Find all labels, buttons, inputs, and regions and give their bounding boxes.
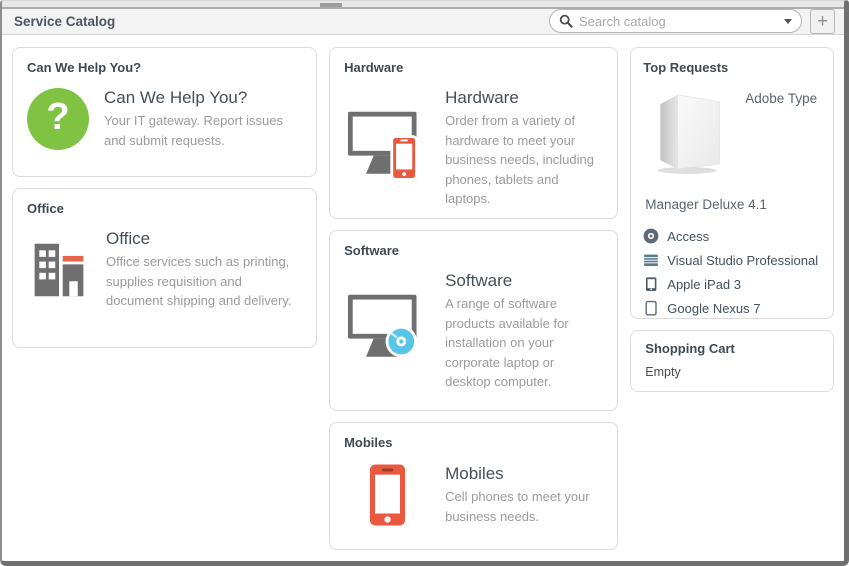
top-request-item[interactable]: Apple iPad 3 bbox=[643, 276, 821, 292]
category-card-office: Office bbox=[12, 188, 317, 348]
category-card-header[interactable]: Can We Help You? bbox=[27, 60, 302, 75]
lined-list-icon bbox=[643, 252, 659, 268]
monitor-with-phone-icon bbox=[344, 110, 430, 186]
search-input[interactable] bbox=[579, 14, 778, 29]
category-title-link[interactable]: Hardware bbox=[445, 88, 603, 108]
category-card-header[interactable]: Hardware bbox=[344, 60, 603, 75]
top-requests-header: Top Requests bbox=[643, 60, 821, 75]
top-request-label-part[interactable]: Adobe Type bbox=[745, 91, 817, 106]
pane-resize-handle[interactable] bbox=[320, 3, 342, 7]
category-title-link[interactable]: Office bbox=[106, 229, 302, 249]
category-card-can-we-help-you: Can We Help You? ? Can We Help You? Your… bbox=[12, 47, 317, 177]
search-dropdown-caret-icon[interactable] bbox=[784, 19, 792, 24]
top-request-item[interactable]: Access bbox=[643, 228, 821, 244]
category-card-header[interactable]: Software bbox=[344, 243, 603, 258]
top-request-label-part[interactable]: Manager Deluxe 4.1 bbox=[645, 197, 767, 212]
shopping-cart-header: Shopping Cart bbox=[645, 341, 819, 356]
pane-divider bbox=[2, 1, 844, 9]
category-description: Your IT gateway. Report issues and submi… bbox=[104, 111, 302, 150]
category-card-hardware: Hardware bbox=[329, 47, 618, 219]
category-item[interactable]: ? Can We Help You? Your IT gateway. Repo… bbox=[27, 88, 302, 150]
catalog-header: Service Catalog + bbox=[2, 9, 844, 35]
smartphone-icon bbox=[344, 463, 430, 527]
top-request-item[interactable]: Visual Studio Professional bbox=[643, 252, 821, 268]
column-middle: Hardware bbox=[329, 47, 618, 561]
category-title-link[interactable]: Can We Help You? bbox=[104, 88, 302, 108]
tablet-filled-icon bbox=[643, 276, 659, 292]
shopping-cart-card: Shopping Cart Empty bbox=[630, 330, 834, 392]
monitor-with-disc-icon bbox=[344, 293, 430, 369]
top-requests-card: Top Requests bbox=[630, 47, 834, 319]
column-right: Top Requests bbox=[630, 47, 834, 403]
category-description: Order from a variety of hardware to meet… bbox=[445, 111, 603, 209]
category-item[interactable]: Software A range of software products av… bbox=[344, 271, 603, 392]
category-item[interactable]: Mobiles Cell phones to meet your busines… bbox=[344, 463, 603, 527]
category-item[interactable]: Office Office services such as printing,… bbox=[27, 229, 302, 311]
category-title-link[interactable]: Mobiles bbox=[445, 464, 603, 484]
tablet-outline-icon bbox=[643, 300, 659, 316]
software-box-image bbox=[651, 81, 729, 185]
add-button[interactable]: + bbox=[810, 9, 835, 34]
question-circle-icon: ? bbox=[27, 88, 89, 150]
top-request-label[interactable]: Visual Studio Professional bbox=[667, 253, 818, 268]
office-buildings-icon bbox=[27, 240, 91, 300]
shopping-cart-status: Empty bbox=[645, 365, 819, 379]
search-icon bbox=[559, 14, 573, 28]
category-title-link[interactable]: Software bbox=[445, 271, 603, 291]
catalog-content: Can We Help You? ? Can We Help You? Your… bbox=[2, 35, 844, 561]
category-card-header[interactable]: Office bbox=[27, 201, 302, 216]
category-card-software: Software bbox=[329, 230, 618, 411]
header-actions: + bbox=[549, 9, 835, 34]
page-title: Service Catalog bbox=[14, 14, 115, 29]
top-request-item[interactable]: Google Nexus 7 bbox=[643, 300, 821, 316]
category-description: Office services such as printing, suppli… bbox=[106, 252, 302, 311]
search-box[interactable] bbox=[549, 9, 802, 33]
category-description: Cell phones to meet your business needs. bbox=[445, 487, 603, 526]
category-description: A range of software products available f… bbox=[445, 294, 603, 392]
category-item[interactable]: Hardware Order from a variety of hardwar… bbox=[344, 88, 603, 209]
top-request-label[interactable]: Access bbox=[667, 229, 709, 244]
column-left: Can We Help You? ? Can We Help You? Your… bbox=[12, 47, 317, 359]
disc-icon bbox=[643, 228, 659, 244]
top-request-label[interactable]: Google Nexus 7 bbox=[667, 301, 760, 316]
category-card-mobiles: Mobiles Mobiles Cell phones to meet your… bbox=[329, 422, 618, 550]
service-catalog-window: Service Catalog + Can We Help You? ? bbox=[0, 0, 849, 566]
category-card-header[interactable]: Mobiles bbox=[344, 435, 603, 450]
top-request-featured-item[interactable]: Adobe Type Manager Deluxe 4.1 bbox=[643, 75, 821, 220]
top-request-label[interactable]: Apple iPad 3 bbox=[667, 277, 741, 292]
